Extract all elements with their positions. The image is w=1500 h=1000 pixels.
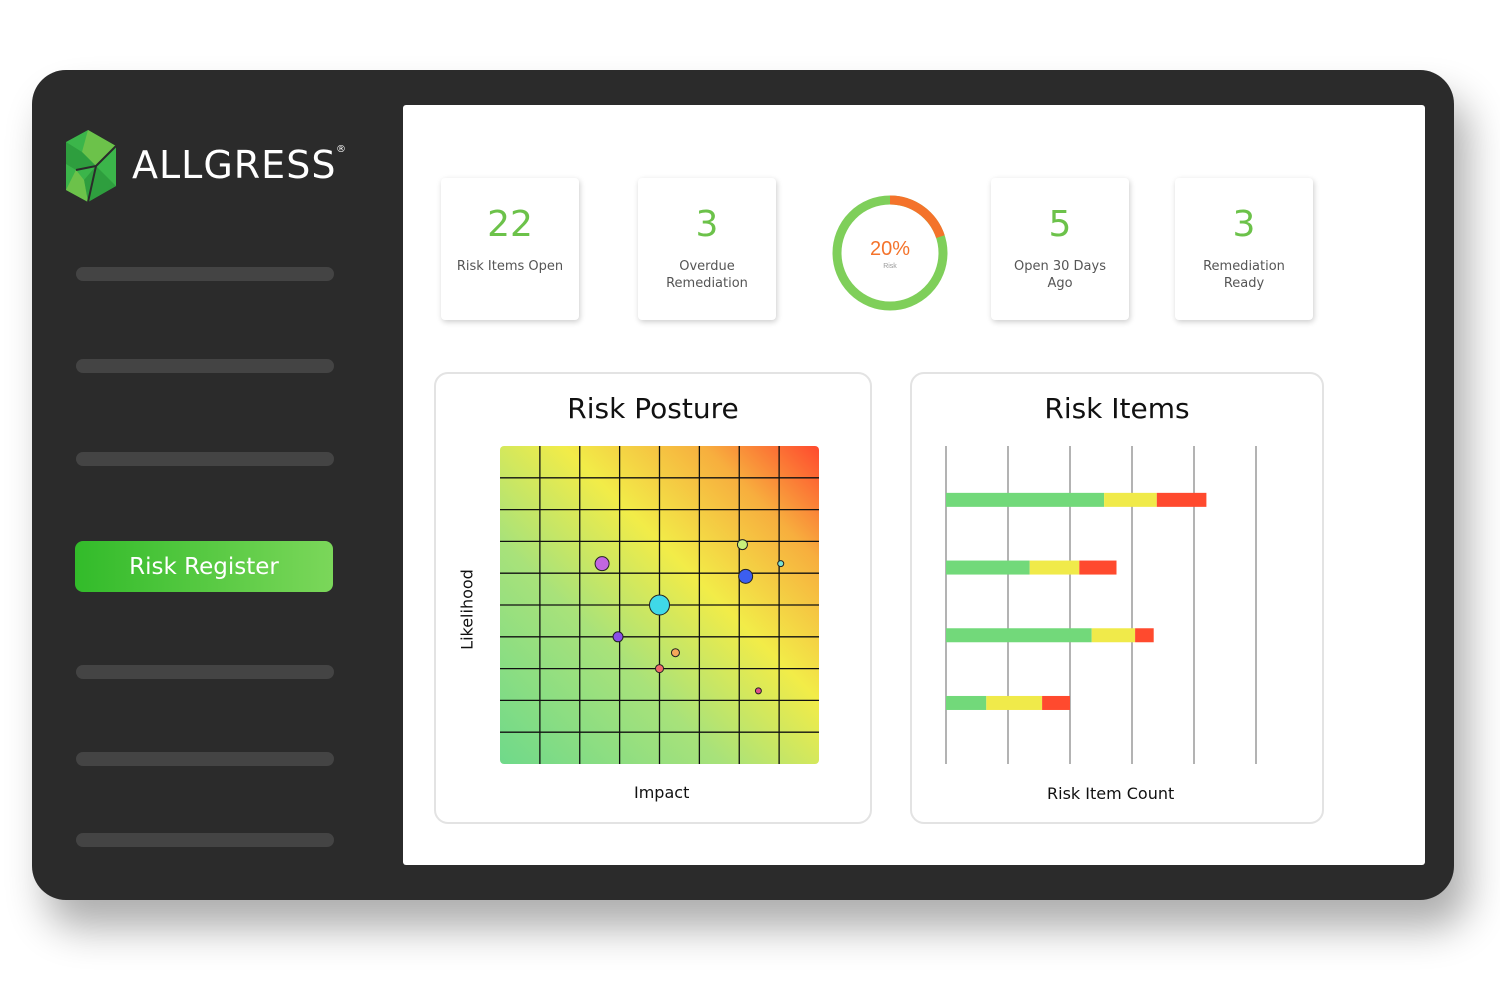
risk-items-x-label: Risk Item Count xyxy=(1047,784,1175,803)
risk-point xyxy=(754,687,762,695)
bar-segment xyxy=(946,560,1030,575)
sidebar-item-placeholder[interactable] xyxy=(76,833,334,847)
bar-segment xyxy=(946,628,1092,643)
risk-point xyxy=(777,560,785,568)
gauge-risk-arc xyxy=(889,195,945,239)
kpi-label: Overdue Remediation xyxy=(666,259,748,291)
bar-segment xyxy=(1156,492,1207,507)
bar-segment xyxy=(1135,628,1154,643)
risk-gauge: 20% Risk xyxy=(832,195,948,311)
risk-posture-title: Risk Posture xyxy=(567,392,739,425)
risk-point xyxy=(655,664,664,674)
bar-segment xyxy=(1104,492,1157,507)
bar-segment xyxy=(1091,628,1136,643)
risk-posture-x-label: Impact xyxy=(634,783,690,802)
sidebar-item-placeholder[interactable] xyxy=(76,267,334,281)
kpi-value: 3 xyxy=(1232,204,1256,245)
risk-point xyxy=(612,631,624,643)
registered-mark: ® xyxy=(336,144,346,155)
risk-items-title: Risk Items xyxy=(1044,392,1190,425)
sidebar-item-placeholder[interactable] xyxy=(76,359,334,373)
risk-items-bar-chart xyxy=(945,446,1257,764)
risk-point xyxy=(594,556,610,572)
kpi-value: 5 xyxy=(1048,204,1072,245)
kpi-value: 22 xyxy=(487,204,533,245)
risk-posture-heatmap xyxy=(500,446,819,764)
kpi-label: Remediation Ready xyxy=(1203,259,1285,291)
sidebar-item-placeholder[interactable] xyxy=(76,752,334,766)
bar-chart-bars xyxy=(946,492,1207,710)
risk-posture-y-label: Likelihood xyxy=(457,569,477,650)
sidebar-item-risk-register[interactable]: Risk Register xyxy=(75,541,333,592)
bar-segment xyxy=(1029,560,1080,575)
kpi-card-remediation-ready[interactable]: 3 Remediation Ready xyxy=(1175,178,1313,320)
kpi-card-risk-items-open[interactable]: 22 Risk Items Open xyxy=(441,178,579,320)
kpi-value: 3 xyxy=(695,204,719,245)
kpi-label: Open 30 Days Ago xyxy=(1014,259,1106,291)
gauge-value: 20% xyxy=(870,238,910,260)
bar-segment xyxy=(946,492,1105,507)
kpi-label: Risk Items Open xyxy=(456,259,564,274)
bar-segment xyxy=(986,695,1043,710)
kpi-card-open-30-days-ago[interactable]: 5 Open 30 Days Ago xyxy=(991,178,1129,320)
brand-name: ALLGRESS xyxy=(132,143,337,187)
risk-point xyxy=(670,648,680,658)
bar-segment xyxy=(946,695,987,710)
gauge-label: Risk xyxy=(883,263,897,270)
risk-point xyxy=(649,594,670,616)
sidebar-item-placeholder[interactable] xyxy=(76,452,334,466)
bar-segment xyxy=(1042,695,1070,710)
risk-point xyxy=(736,539,748,551)
kpi-card-overdue-remediation[interactable]: 3 Overdue Remediation xyxy=(638,178,776,320)
sidebar-item-placeholder[interactable] xyxy=(76,665,334,679)
bar-segment xyxy=(1079,560,1117,575)
risk-point xyxy=(738,568,754,584)
